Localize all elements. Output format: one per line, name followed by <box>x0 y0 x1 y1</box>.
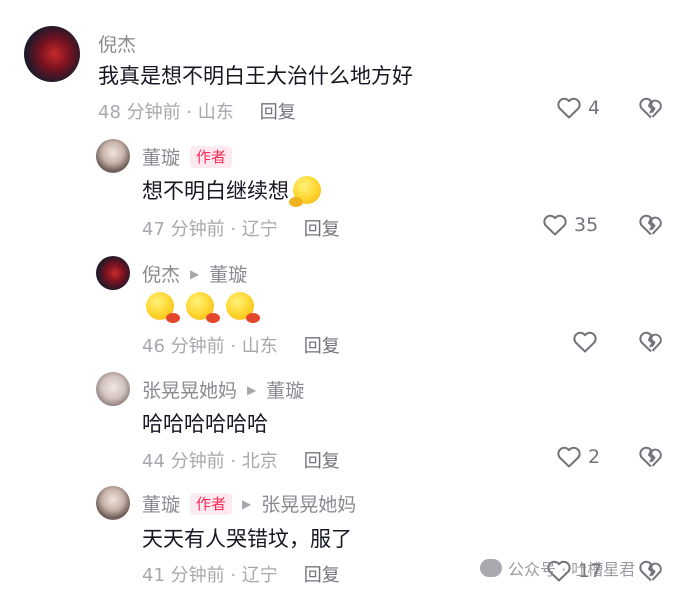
reply-button[interactable]: 回复 <box>260 102 296 123</box>
triangle-right-icon: ▶ <box>242 496 252 511</box>
reply-button[interactable]: 回复 <box>304 219 340 240</box>
watermark-text: 公众号 · 吐槽星君 <box>508 560 636 579</box>
comment-text <box>146 292 260 323</box>
comment-meta: 44 分钟前 · 北京 回复 <box>142 447 340 473</box>
broken-heart-icon <box>639 560 662 582</box>
comment-meta: 48 分钟前 · 山东 回复 <box>98 98 296 124</box>
broken-heart-icon <box>639 214 662 236</box>
like-button[interactable]: 2 <box>556 445 600 469</box>
drooling-emoji-icon <box>226 292 260 323</box>
broken-heart-icon <box>639 446 662 468</box>
author-badge: 作者 <box>190 492 233 515</box>
comment-text: 我真是想不明白王大治什么地方好 <box>98 64 413 88</box>
comment-text: 想不明白继续想 <box>142 175 325 207</box>
reply-to-name[interactable]: 董璇 <box>266 376 304 403</box>
triangle-right-icon: ▶ <box>190 266 200 281</box>
author-name[interactable]: 董璇 作者 ▶ 张晃晃她妈 <box>142 490 356 517</box>
comment-time: 41 分钟前 · 辽宁 <box>142 565 278 586</box>
reply-to-name[interactable]: 董璇 <box>209 260 247 287</box>
drooling-emoji-icon <box>146 292 180 323</box>
comment-text: 哈哈哈哈哈哈 <box>142 412 268 436</box>
drooling-emoji-icon <box>186 292 220 323</box>
avatar[interactable] <box>96 139 130 173</box>
dislike-button[interactable] <box>638 213 664 241</box>
reply-button[interactable]: 回复 <box>304 336 340 357</box>
dislike-button[interactable] <box>638 96 664 124</box>
comment-meta: 46 分钟前 · 山东 回复 <box>142 332 340 358</box>
author-badge: 作者 <box>190 145 233 168</box>
avatar[interactable] <box>24 26 80 82</box>
like-button[interactable]: 4 <box>556 96 600 120</box>
comment-text: 天天有人哭错坟，服了 <box>142 527 352 551</box>
like-button[interactable] <box>572 330 598 354</box>
like-count: 4 <box>588 97 601 119</box>
comment-time: 47 分钟前 · 辽宁 <box>142 219 278 240</box>
reply-to-name[interactable]: 张晃晃她妈 <box>261 490 356 517</box>
watermark: 公众号 · 吐槽星君 <box>480 556 635 580</box>
reply-button[interactable]: 回复 <box>304 565 340 586</box>
like-count: 2 <box>588 446 601 468</box>
comment-time: 46 分钟前 · 山东 <box>142 336 278 357</box>
avatar[interactable] <box>96 256 130 290</box>
heart-outline-icon <box>557 97 581 119</box>
dislike-button[interactable] <box>638 330 664 358</box>
like-count: 35 <box>574 214 599 236</box>
comment-meta: 47 分钟前 · 辽宁 回复 <box>142 215 340 241</box>
author-name[interactable]: 张晃晃她妈 ▶ 董璇 <box>142 376 304 403</box>
heart-outline-icon <box>543 214 567 236</box>
comment-meta: 41 分钟前 · 辽宁 回复 <box>142 561 340 587</box>
author-name[interactable]: 倪杰 ▶ 董璇 <box>142 260 247 287</box>
broken-heart-icon <box>639 97 662 119</box>
broken-heart-icon <box>639 331 662 353</box>
like-button[interactable]: 35 <box>542 213 598 237</box>
wechat-icon <box>480 559 502 577</box>
avatar[interactable] <box>96 372 130 406</box>
dislike-button[interactable] <box>638 445 664 473</box>
dislike-button[interactable] <box>638 559 664 587</box>
reply-button[interactable]: 回复 <box>304 451 340 472</box>
heart-outline-icon <box>557 446 581 468</box>
comment-time: 44 分钟前 · 北京 <box>142 451 278 472</box>
thinking-emoji-icon <box>289 176 321 207</box>
avatar[interactable] <box>96 486 130 520</box>
triangle-right-icon: ▶ <box>247 382 257 397</box>
heart-outline-icon <box>573 331 597 353</box>
comment-time: 48 分钟前 · 山东 <box>98 102 234 123</box>
author-name[interactable]: 董璇 作者 <box>142 143 233 170</box>
author-name[interactable]: 倪杰 <box>98 30 136 57</box>
